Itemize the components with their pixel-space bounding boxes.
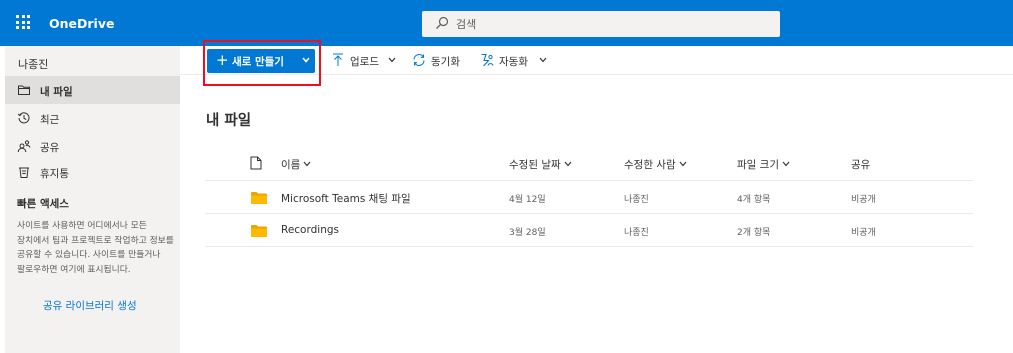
sidebar-item-label: 휴지통: [40, 168, 69, 180]
chevron-down-icon: [303, 161, 311, 167]
modified-date: 4월 12일: [509, 195, 546, 205]
automate-button[interactable]: 자동화: [480, 52, 550, 70]
chevron-down-icon: [539, 57, 547, 63]
plus-icon: +: [216, 51, 229, 69]
people-icon: [17, 140, 31, 153]
sharing-status: 비공개: [851, 228, 876, 238]
quick-access-description: 사이트를 사용하면 어디에서나 모든 장치에서 팀과 프로젝트로 작업하고 정보…: [17, 221, 174, 275]
create-shared-library-link[interactable]: 공유 라이브러리 생성: [43, 298, 137, 313]
table-row[interactable]: Microsoft Teams 채팅 파일 4월 12일 나종진 4개 항목 비…: [205, 181, 973, 214]
sidebar-item-label: 최근: [40, 114, 60, 126]
search-input[interactable]: [456, 15, 766, 33]
search-icon: [436, 16, 449, 29]
recycle-bin-icon: [19, 167, 29, 178]
file-size: 4개 항목: [737, 195, 771, 205]
automate-label: 자동화: [499, 56, 528, 68]
sidebar-item-label: 공유: [40, 142, 60, 154]
file-name[interactable]: Recordings: [281, 224, 339, 236]
folder-icon: [251, 225, 267, 237]
column-header-modified[interactable]: 수정된 날짜: [509, 157, 572, 172]
command-bar: + 새로 만들기 업로드 동기화 자동화: [180, 46, 1013, 75]
chevron-down-icon: [564, 161, 572, 167]
new-button[interactable]: + 새로 만들기: [207, 49, 315, 73]
automate-flow-icon: [481, 53, 494, 67]
column-header-sharing[interactable]: 공유: [851, 157, 870, 172]
sidebar-item-my-files[interactable]: 내 파일: [5, 76, 180, 104]
sidebar-item-label: 내 파일: [40, 86, 73, 98]
table-row[interactable]: Recordings 3월 28일 나종진 2개 항목 비공개: [205, 214, 973, 247]
page-title: 내 파일: [206, 113, 252, 129]
chevron-down-icon: [388, 57, 396, 63]
chevron-down-icon: [302, 57, 310, 63]
user-name: 나종진: [18, 58, 49, 71]
chevron-down-icon: [782, 161, 790, 167]
column-header-modified-by[interactable]: 수정한 사람: [624, 157, 687, 172]
file-size: 2개 항목: [737, 228, 771, 238]
modified-by: 나종진: [624, 195, 649, 205]
column-header-name[interactable]: 이름: [281, 157, 311, 172]
sidebar-item-recent[interactable]: 최근: [5, 104, 180, 132]
folder-icon: [251, 192, 267, 204]
column-header-label: 수정한 사람: [624, 159, 676, 171]
file-name[interactable]: Microsoft Teams 채팅 파일: [281, 191, 411, 206]
chevron-down-icon: [679, 161, 687, 167]
sync-icon: [413, 54, 425, 66]
modified-date: 3월 28일: [509, 228, 546, 238]
history-icon: [17, 112, 30, 124]
new-button-label: 새로 만들기: [232, 56, 284, 68]
sharing-status: 비공개: [851, 195, 876, 205]
column-header-label: 이름: [281, 159, 301, 171]
app-title[interactable]: OneDrive: [49, 16, 114, 31]
sync-button[interactable]: 동기화: [412, 52, 468, 70]
upload-button[interactable]: 업로드: [332, 52, 400, 70]
column-header-size[interactable]: 파일 크기: [737, 157, 790, 172]
file-type-icon[interactable]: [250, 156, 262, 170]
upload-label: 업로드: [350, 56, 379, 68]
file-list-header: 이름 수정된 날짜 수정한 사람 파일 크기 공유: [205, 146, 973, 181]
upload-icon: [333, 53, 343, 66]
column-header-label: 수정된 날짜: [509, 159, 561, 171]
folder-icon: [18, 85, 30, 95]
app-launcher-icon[interactable]: [16, 15, 30, 29]
search-box[interactable]: [422, 11, 780, 37]
left-nav: 나종진 내 파일 최근 공유 휴지통 빠른 액세스 사이트를 사용하면 어디에서…: [5, 46, 180, 353]
top-app-bar: OneDrive: [0, 0, 1013, 46]
column-header-label: 파일 크기: [737, 159, 779, 171]
sidebar-item-shared[interactable]: 공유: [5, 132, 180, 160]
sync-label: 동기화: [431, 56, 460, 68]
quick-access-title: 빠른 액세스: [17, 198, 69, 210]
modified-by: 나종진: [624, 228, 649, 238]
sidebar-item-recycle-bin[interactable]: 휴지통: [5, 158, 180, 186]
